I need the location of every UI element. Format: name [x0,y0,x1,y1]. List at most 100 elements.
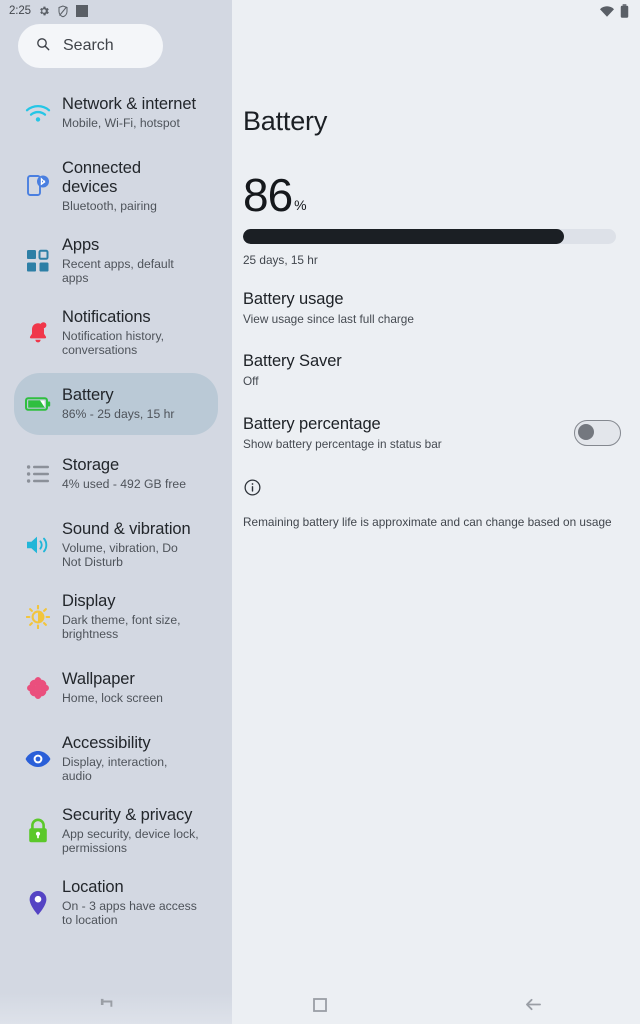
sidebar-item-sublabel: Volume, vibration, Do Not Disturb [62,540,178,570]
flower-icon [14,676,62,700]
sidebar-item-accessibility[interactable]: Accessibility Display, interaction, audio [14,727,218,791]
pref-row-battery-saver[interactable]: Battery Saver Off [243,352,621,388]
system-navigation-bar [0,990,640,1024]
page-title: Battery [243,106,328,136]
sidebar-item-texts: Apps Recent apps, default apps [62,236,204,286]
sidebar-item-sound-vibration[interactable]: Sound & vibration Volume, vibration, Do N… [14,513,218,577]
settings-screen: 2:25 Search Network & internet Mobile, Wi… [0,0,640,1024]
pref-subtitle: View usage since last full charge [243,312,414,326]
storage-list-icon [14,464,62,484]
sidebar-item-label: Wallpaper [62,669,135,688]
recents-button[interactable] [0,990,213,1024]
sidebar-item-texts: Security & privacy App security, device l… [62,806,204,856]
pref-row-battery-usage[interactable]: Battery usage View usage since last full … [243,290,621,326]
sidebar-item-sublabel: Mobile, Wi-Fi, hotspot [62,116,180,131]
sidebar-item-notifications[interactable]: Notifications Notification history, conve… [14,301,218,365]
sidebar-item-sublabel: On - 3 apps have access to location [62,898,197,928]
sidebar-item-sublabel: Dark theme, font size, brightness [62,612,181,642]
sidebar-item-texts: Location On - 3 apps have access to locat… [62,878,204,928]
home-square-icon [313,997,327,1017]
sidebar-item-texts: Display Dark theme, font size, brightness [62,592,204,642]
sidebar-item-label: Connected devices [62,159,141,196]
status-bar-clock: 2:25 [9,5,31,17]
sidebar-item-texts: Accessibility Display, interaction, audio [62,734,204,784]
shield-slash-icon [57,4,69,18]
search-placeholder: Search [63,37,114,54]
pref-title: Battery usage [243,290,344,308]
gear-icon [38,5,50,17]
apps-grid-icon [14,249,62,273]
lock-icon [14,818,62,844]
sidebar-nav-list: Network & internet Mobile, Wi-Fi, hotspot… [0,82,232,943]
eye-icon [14,750,62,768]
status-bar-right [600,0,640,22]
pref-row-battery-percentage[interactable]: Battery percentage Show battery percentag… [243,415,621,451]
pref-texts: Battery Saver Off [243,352,621,388]
sidebar-item-security-privacy[interactable]: Security & privacy App security, device l… [14,799,218,863]
sidebar-item-label: Apps [62,235,100,254]
back-button[interactable] [427,990,640,1024]
battery-info-note: Remaining battery life is approximate an… [243,515,612,529]
search-input[interactable]: Search [18,24,163,68]
speaker-icon [14,534,62,556]
info-icon [243,478,262,502]
sidebar-item-sublabel: 4% used - 492 GB free [62,476,186,491]
percent-symbol: % [294,197,307,213]
toggle-knob [578,424,595,441]
sidebar-item-label: Display [62,591,116,610]
sidebar-item-sublabel: Recent apps, default apps [62,256,174,286]
battery-percentage-number: 86 [243,169,293,221]
sidebar-item-sublabel: App security, device lock, permissions [62,826,199,856]
location-pin-icon [14,890,62,916]
battery-remaining-label: 25 days, 15 hr [243,253,318,267]
pref-texts: Battery usage View usage since last full … [243,290,621,326]
pref-texts: Battery percentage Show battery percentag… [243,415,574,451]
sidebar-item-label: Security & privacy [62,805,193,824]
pref-subtitle: Show battery percentage in status bar [243,437,442,451]
battery-icon [620,4,629,18]
status-bar-left: 2:25 [0,0,232,22]
sidebar-item-battery[interactable]: Battery 86% - 25 days, 15 hr [14,372,218,435]
wifi-icon [14,103,62,123]
battery-level-bar [243,229,616,244]
sidebar-item-network-internet[interactable]: Network & internet Mobile, Wi-Fi, hotspot [14,82,218,144]
wifi-icon [600,5,614,17]
sidebar-item-label: Battery [62,385,114,404]
connected-devices-icon [14,173,62,199]
pref-title: Battery Saver [243,352,342,370]
sidebar-item-sublabel: Display, interaction, audio [62,754,168,784]
sidebar-item-sublabel: Notification history, conversations [62,328,165,358]
sidebar-item-label: Sound & vibration [62,519,191,538]
sidebar-item-sublabel: Bluetooth, pairing [62,199,157,213]
battery-level-bar-fill [243,229,564,244]
sidebar-item-wallpaper[interactable]: Wallpaper Home, lock screen [14,657,218,719]
sidebar-item-connected-devices[interactable]: Connected devices Bluetooth, pairing [14,152,218,221]
sidebar-item-texts: Wallpaper Home, lock screen [62,670,204,706]
brightness-icon [14,604,62,629]
square-icon [75,5,88,17]
sidebar-item-texts: Storage 4% used - 492 GB free [62,456,204,492]
bell-icon [14,321,62,345]
battery-detail-panel: Battery 86 % 25 days, 15 hr Battery usag… [232,0,640,1024]
search-icon [35,36,51,57]
recents-icon [99,998,115,1017]
sidebar-item-storage[interactable]: Storage 4% used - 492 GB free [14,443,218,505]
sidebar-item-texts: Network & internet Mobile, Wi-Fi, hotspot [62,95,204,131]
battery-icon [14,396,62,412]
home-button[interactable] [213,990,426,1024]
sidebar-item-texts: Sound & vibration Volume, vibration, Do N… [62,520,204,570]
battery-percentage-toggle[interactable] [574,420,621,446]
sidebar-item-texts: Battery 86% - 25 days, 15 hr [62,386,204,422]
sidebar-item-label: Storage [62,455,120,474]
back-arrow-icon [525,997,542,1017]
sidebar-item-texts: Connected devices Bluetooth, pairing [62,159,204,214]
sidebar-item-sublabel: 86% - 25 days, 15 hr [62,406,175,421]
sidebar-item-apps[interactable]: Apps Recent apps, default apps [14,229,218,293]
sidebar-item-label: Notifications [62,307,151,326]
sidebar-item-display[interactable]: Display Dark theme, font size, brightness [14,585,218,649]
sidebar-item-location[interactable]: Location On - 3 apps have access to locat… [14,871,218,935]
sidebar-item-texts: Notifications Notification history, conve… [62,308,204,358]
settings-sidebar: 2:25 Search Network & internet Mobile, Wi… [0,0,232,1024]
battery-percentage-display: 86 % [243,172,307,218]
sidebar-item-label: Accessibility [62,733,151,752]
